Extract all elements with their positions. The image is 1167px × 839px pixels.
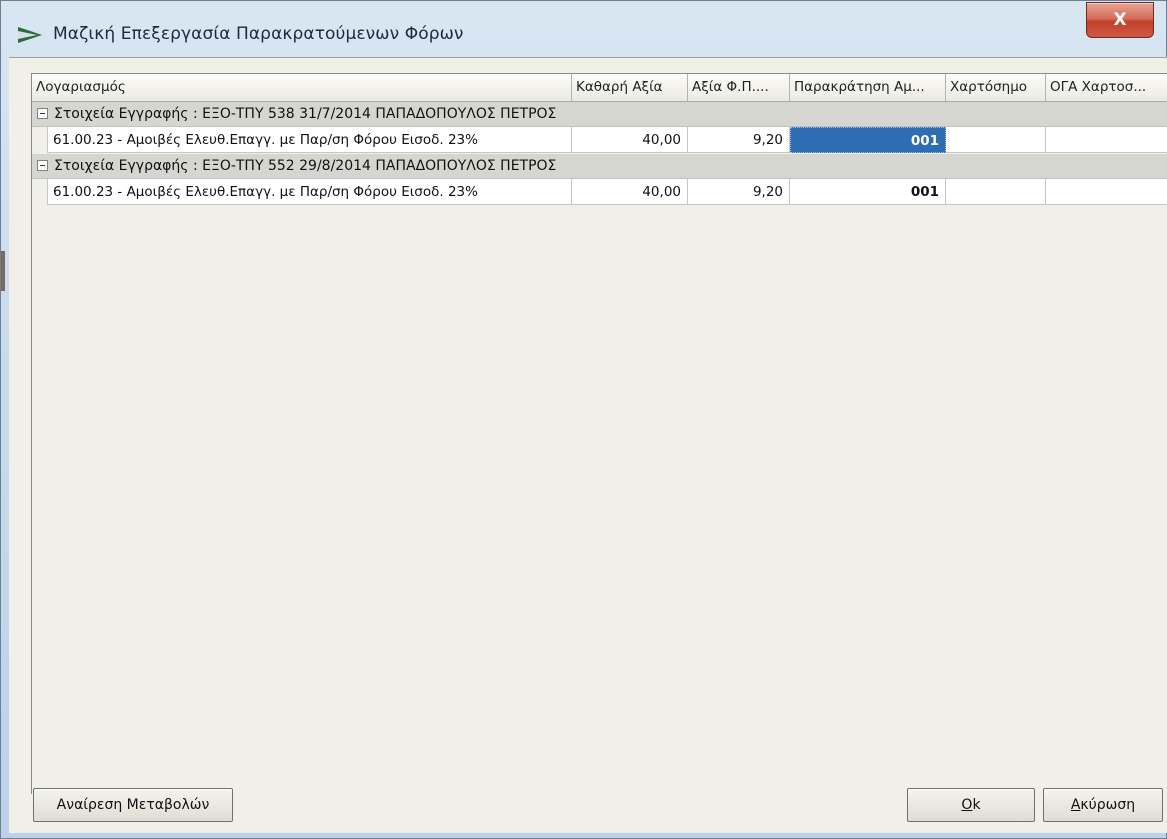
table-row[interactable]: 61.00.23 - Αμοιβές Ελευθ.Επαγγ. με Παρ/σ… [32, 179, 1167, 205]
dialog-window: Μαζική Επεξεργασία Παρακρατούμενων Φόρων… [0, 0, 1167, 839]
cell-tax-value[interactable]: 9,20 [688, 179, 790, 205]
close-button[interactable]: X [1086, 2, 1154, 38]
cell-tax-value[interactable]: 9,20 [688, 127, 790, 153]
ok-button[interactable]: Ok [907, 788, 1035, 822]
cell-withholding[interactable]: 001 [790, 179, 946, 205]
ok-label-rest: k [972, 797, 981, 813]
table-row[interactable]: 61.00.23 - Αμοιβές Ελευθ.Επαγγ. με Παρ/σ… [32, 127, 1167, 153]
cancel-mnemonic: Α [1070, 797, 1081, 813]
revert-changes-button[interactable]: Αναίρεση Μεταβολών [33, 788, 233, 822]
column-header-stamp[interactable]: Χαρτόσημο [946, 74, 1046, 101]
collapse-icon[interactable] [37, 160, 48, 171]
window-edge-marker [1, 251, 5, 291]
cell-stamp[interactable] [946, 127, 1046, 153]
cell-net-value[interactable]: 40,00 [572, 127, 688, 153]
group-row[interactable]: Στοιχεία Εγγραφής : ΕΞΟ-ΤΠΥ 552 29/8/201… [32, 154, 1167, 179]
cell-oga-stamp[interactable] [1046, 179, 1167, 205]
grid-header: Λογαριασμός Καθαρή Αξία Αξία Φ.Π.... Παρ… [32, 74, 1167, 102]
dialog-client-area: Λογαριασμός Καθαρή Αξία Αξία Φ.Π.... Παρ… [9, 57, 1167, 833]
cell-account[interactable]: 61.00.23 - Αμοιβές Ελευθ.Επαγγ. με Παρ/σ… [48, 179, 572, 205]
cell-withholding-selected[interactable]: 001 [790, 127, 946, 153]
cell-account[interactable]: 61.00.23 - Αμοιβές Ελευθ.Επαγγ. με Παρ/σ… [48, 127, 572, 153]
withholding-grid[interactable]: Λογαριασμός Καθαρή Αξία Αξία Φ.Π.... Παρ… [31, 73, 1167, 794]
group-label: Στοιχεία Εγγραφής : ΕΞΟ-ΤΠΥ 552 29/8/201… [54, 158, 557, 174]
cell-oga-stamp[interactable] [1046, 127, 1167, 153]
title-bar[interactable]: Μαζική Επεξεργασία Παρακρατούμενων Φόρων… [1, 1, 1166, 57]
close-icon: X [1113, 10, 1127, 30]
cancel-label-rest: κύρωση [1080, 797, 1136, 813]
group-label: Στοιχεία Εγγραφής : ΕΞΟ-ΤΠΥ 538 31/7/201… [54, 106, 557, 122]
ok-mnemonic: O [961, 797, 973, 813]
row-indent [32, 127, 48, 153]
column-header-withholding[interactable]: Παρακράτηση Αμ... [790, 74, 946, 101]
cell-net-value[interactable]: 40,00 [572, 179, 688, 205]
column-header-net-value[interactable]: Καθαρή Αξία [572, 74, 688, 101]
column-header-account[interactable]: Λογαριασμός [32, 74, 572, 101]
window-title: Μαζική Επεξεργασία Παρακρατούμενων Φόρων [53, 24, 464, 44]
column-header-oga-stamp[interactable]: ΟΓΑ Χαρτοσ... [1046, 74, 1167, 101]
group-row[interactable]: Στοιχεία Εγγραφής : ΕΞΟ-ΤΠΥ 538 31/7/201… [32, 102, 1167, 127]
app-icon [18, 27, 42, 43]
cancel-button[interactable]: Ακύρωση [1043, 788, 1163, 822]
collapse-icon[interactable] [37, 108, 48, 119]
cell-stamp[interactable] [946, 179, 1046, 205]
row-indent [32, 179, 48, 205]
column-header-tax-value[interactable]: Αξία Φ.Π.... [688, 74, 790, 101]
